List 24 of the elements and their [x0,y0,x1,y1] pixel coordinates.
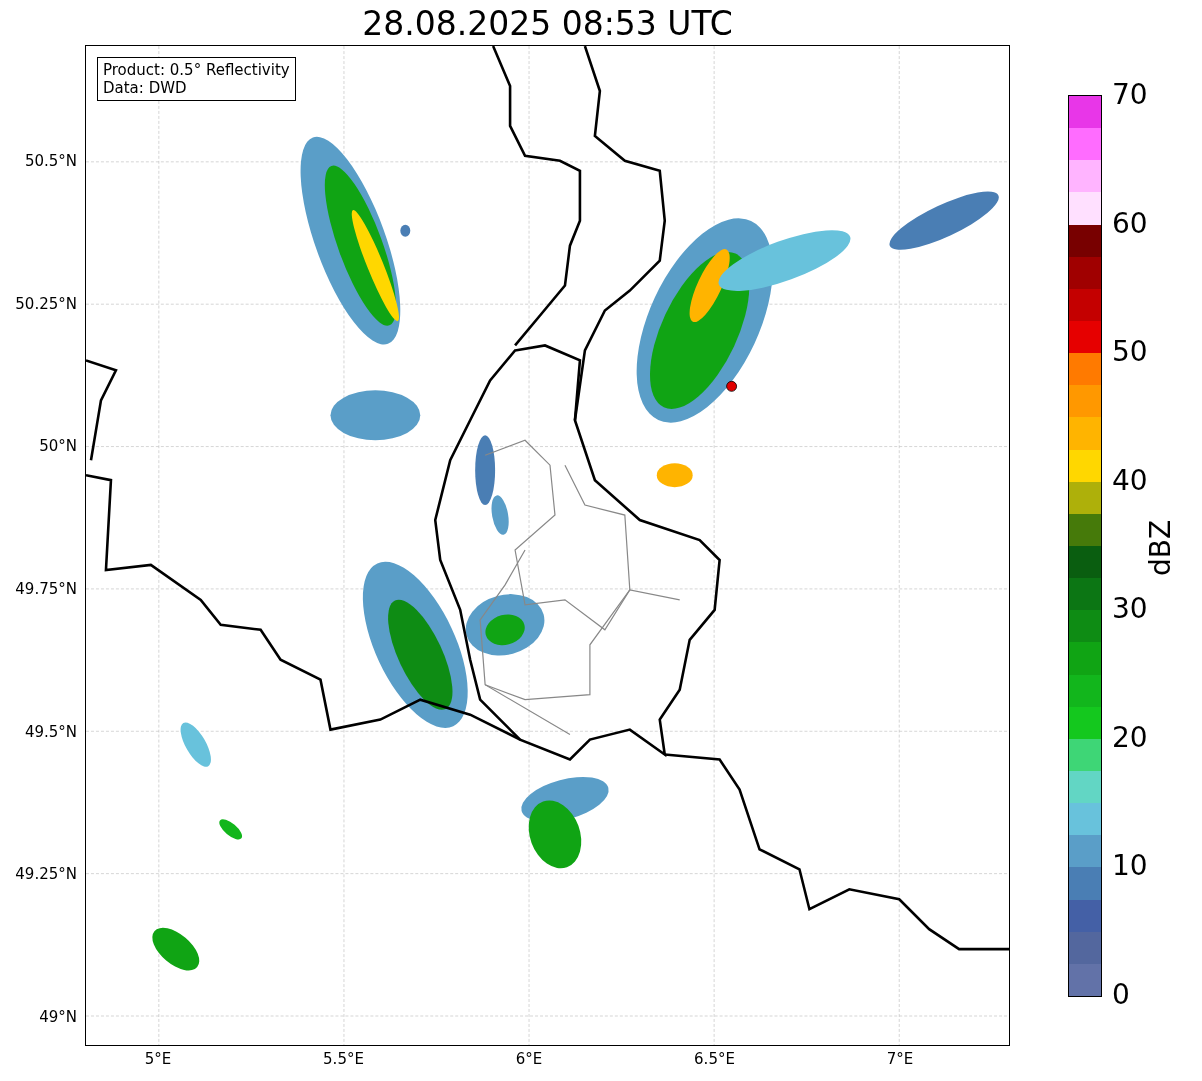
longitude-label: 6°E [515,1050,543,1068]
info-text: Product: 0.5° Reflectivity [103,61,290,79]
tick-label: 20 [1111,722,1148,753]
tick-label: 30 [1111,594,1148,625]
latitude-label: 50°N [39,437,77,456]
latitude-label: 49.75°N [15,580,77,598]
latitude-label: 49.25°N [15,865,77,884]
tick-label: 10 [1111,851,1148,882]
tick-label: 50 [1111,337,1148,368]
info-text: Data: DWD [103,79,188,97]
plot-title: 28.08.2025 08:53 UTC [362,3,733,45]
latitude-label: 50.25°N [15,294,77,313]
latitude-label: 49.5°N [24,722,77,741]
latitude-label: 50.5°N [24,152,77,170]
tick-label: 60 [1111,208,1148,239]
longitude-label: 7°E [886,1050,914,1068]
tick-label: 70 [1111,80,1148,110]
longitude-label: 5°E [144,1050,172,1068]
tick-label: 0 [1111,980,1130,1010]
colorbar-label: dBZ [1143,519,1177,577]
longitude-label: 5.5°E [323,1050,364,1068]
tick-label: 40 [1111,465,1148,496]
latitude-label: 49°N [39,1008,77,1026]
longitude-label: 6.5°E [694,1050,735,1068]
